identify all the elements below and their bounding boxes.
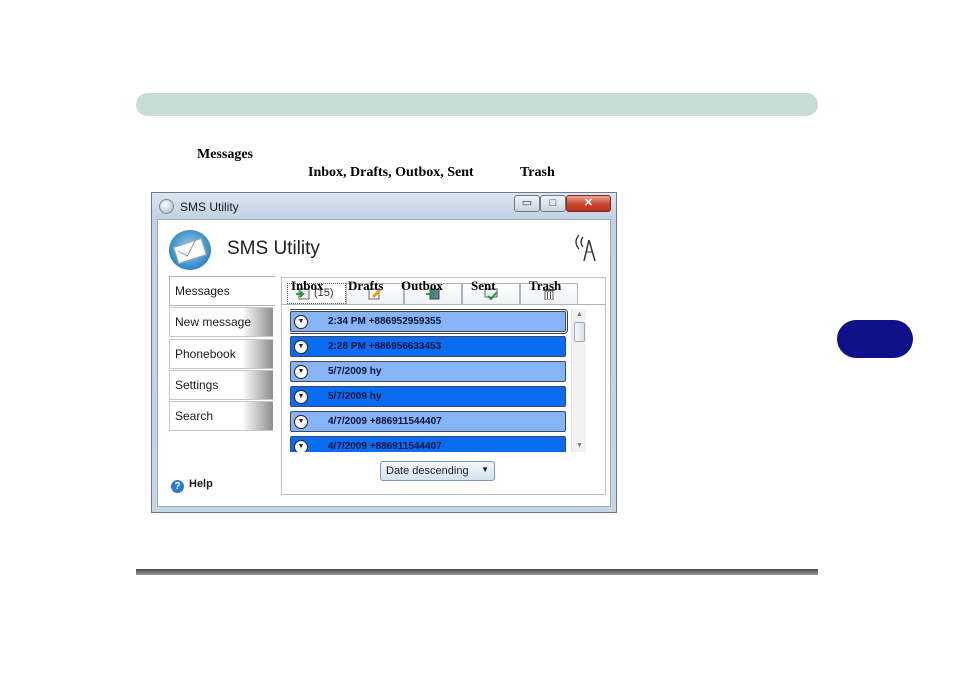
tab-caption-trash: Trash (529, 278, 562, 293)
caption-folders: Inbox, Drafts, Outbox, Sent (308, 165, 474, 180)
expand-toggle-icon[interactable]: ▼ (294, 440, 308, 452)
sidebar-item-new-message[interactable]: New message (169, 307, 273, 337)
dropdown-arrow-icon: ▼ (481, 465, 489, 474)
message-row[interactable]: ▼ 5/7/2009 hy (290, 361, 566, 382)
message-list: ▼ 2:34 PM +886952959355 ▼ 2:28 PM +88695… (290, 309, 568, 452)
scroll-up-arrow-icon[interactable]: ▲ (572, 309, 587, 321)
page-header-bar (136, 93, 818, 116)
message-summary: 4/7/2009 +886911544407 (328, 416, 442, 427)
message-summary: 2:34 PM +886952959355 (328, 316, 442, 327)
client-area: SMS Utility Messages New message Phonebo… (157, 219, 611, 507)
caption-messages: Messages (197, 147, 253, 162)
message-row[interactable]: ▼ 2:28 PM +886956633453 (290, 336, 566, 357)
message-summary: 2:28 PM +886956633453 (328, 341, 442, 352)
chapter-tab-badge (837, 320, 913, 358)
help-link[interactable]: ? Help (171, 478, 213, 493)
tab-caption-sent: Sent (471, 278, 496, 293)
message-row[interactable]: ▼ 4/7/2009 +886911544407 (290, 436, 566, 452)
expand-toggle-icon[interactable]: ▼ (294, 415, 308, 429)
envelope-globe-icon (169, 230, 211, 270)
message-list-scrollbar[interactable]: ▲ ▼ (571, 309, 586, 452)
window-title: SMS Utility (180, 200, 239, 214)
tab-caption-outbox: Outbox (401, 278, 443, 293)
app-heading: SMS Utility (227, 238, 320, 259)
app-small-icon (159, 199, 174, 214)
maximize-button[interactable]: □ (540, 195, 566, 212)
help-icon: ? (171, 480, 184, 493)
sidebar-item-phonebook[interactable]: Phonebook (169, 339, 273, 369)
sms-utility-window: SMS Utility ▭ □ ✕ SMS Utility Messages N… (151, 192, 617, 513)
messages-panel: (15) ▼ 2:34 PM +886952959355 ▼ 2:28 PM +… (281, 277, 606, 495)
tab-caption-drafts: Drafts (348, 278, 384, 293)
message-summary: 5/7/2009 hy (328, 366, 382, 377)
sidebar-item-messages[interactable]: Messages (169, 276, 275, 306)
page: { "doc": { "caption_line1": "Messages", … (0, 0, 954, 673)
footer-rule (136, 569, 818, 575)
tab-strip-divider (282, 304, 605, 305)
message-row[interactable]: ▼ 4/7/2009 +886911544407 (290, 411, 566, 432)
message-summary: 5/7/2009 hy (328, 391, 382, 402)
expand-toggle-icon[interactable]: ▼ (294, 390, 308, 404)
scroll-thumb[interactable] (574, 322, 585, 342)
message-row[interactable]: ▼ 2:34 PM +886952959355 (290, 309, 568, 334)
sort-order-value: Date descending (386, 465, 469, 477)
message-summary: 4/7/2009 +886911544407 (328, 441, 442, 452)
sidebar-item-search[interactable]: Search (169, 401, 273, 431)
help-label: Help (189, 478, 213, 490)
expand-toggle-icon[interactable]: ▼ (294, 340, 308, 354)
message-row[interactable]: ▼ 5/7/2009 hy (290, 386, 566, 407)
sort-order-dropdown[interactable]: Date descending ▼ (380, 461, 495, 481)
scroll-down-arrow-icon[interactable]: ▼ (572, 440, 587, 452)
close-button[interactable]: ✕ (566, 195, 611, 212)
minimize-button[interactable]: ▭ (514, 195, 540, 212)
sidebar-item-settings[interactable]: Settings (169, 370, 273, 400)
tab-caption-inbox: Inbox (291, 278, 324, 293)
expand-toggle-icon[interactable]: ▼ (294, 365, 308, 379)
expand-toggle-icon[interactable]: ▼ (294, 315, 308, 329)
antenna-signal-icon (575, 234, 596, 262)
title-bar[interactable]: SMS Utility ▭ □ ✕ (152, 193, 616, 219)
caption-trash: Trash (520, 165, 555, 180)
